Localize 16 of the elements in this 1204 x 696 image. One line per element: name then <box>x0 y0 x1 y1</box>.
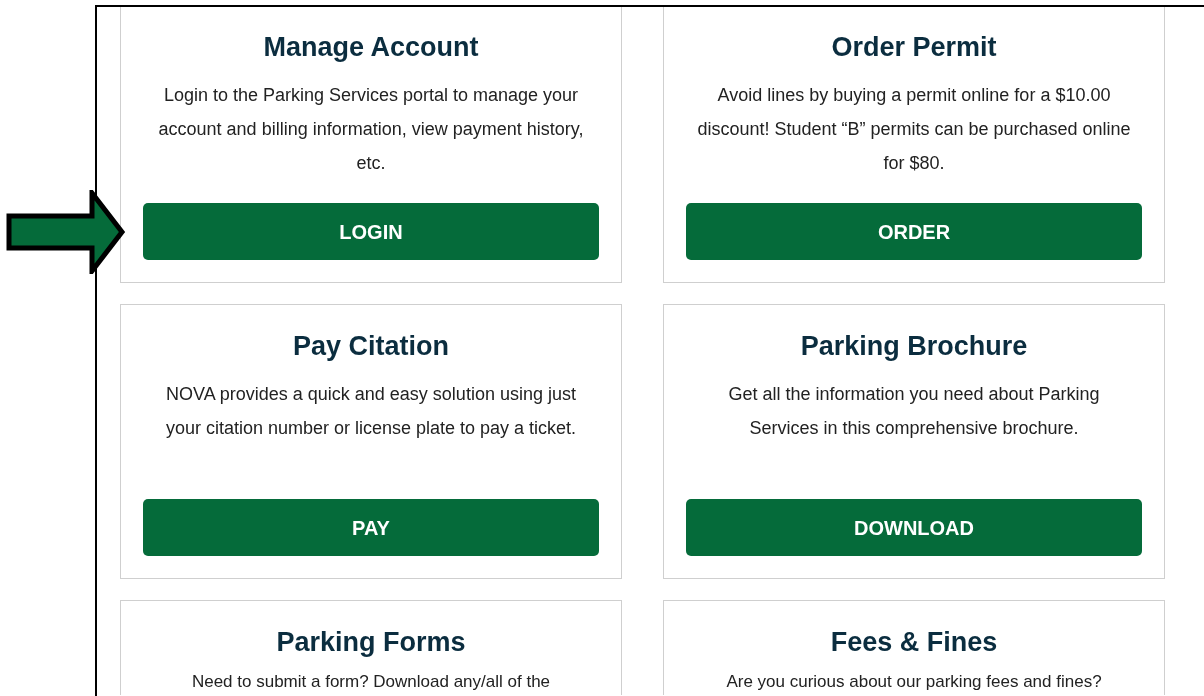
card-title: Manage Account <box>263 31 479 64</box>
card-button[interactable]: PAY <box>143 499 599 556</box>
card-title: Parking Brochure <box>800 330 1028 363</box>
card-title: Parking Forms <box>276 626 466 659</box>
card-description: Are you curious about our parking fees and fines? <box>726 672 1102 692</box>
card-title: Order Permit <box>831 31 997 64</box>
card-description: Avoid lines by buying a permit online for a $10.00 discount! Student “B” permits can be purchased online for $80. <box>696 84 1132 175</box>
card-button[interactable]: DOWNLOAD <box>686 499 1142 556</box>
card-title: Fees & Fines <box>830 626 998 659</box>
card-description: Login to the Parking Services portal to manage your account and billing information, view payment history, etc. <box>157 84 585 175</box>
card-title: Pay Citation <box>293 330 449 363</box>
card-description: Need to submit a form? Download any/all of the <box>191 672 551 692</box>
card-button[interactable]: ORDER <box>686 203 1142 260</box>
card-button[interactable]: LOGIN <box>143 203 599 260</box>
card-description: NOVA provides a quick and easy solution using just your citation number or license plate to pay a ticket. <box>164 383 578 440</box>
card-description: Get all the information you need about Parking Services in this comprehensive brochure. <box>727 383 1101 440</box>
